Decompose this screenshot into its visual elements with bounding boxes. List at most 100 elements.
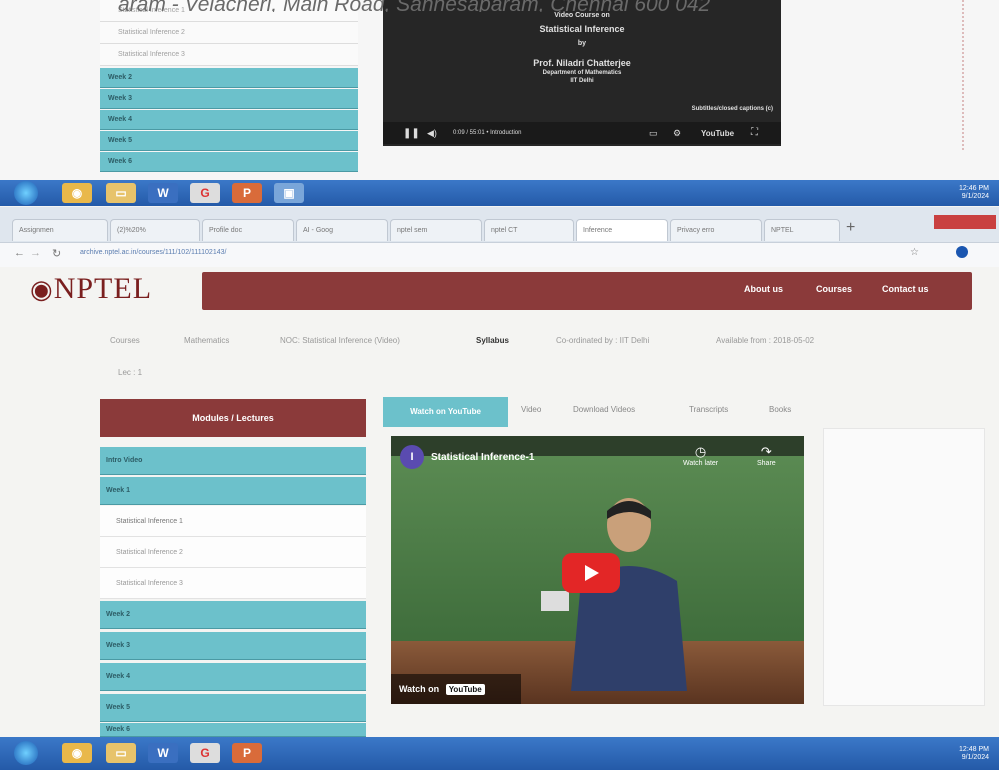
week-label: Week 6 — [108, 158, 132, 165]
word-icon[interactable]: W — [148, 183, 178, 203]
week-row[interactable]: Week 3 — [100, 89, 358, 109]
nav-about[interactable]: About us — [744, 284, 783, 294]
new-tab-button[interactable]: + — [846, 219, 855, 237]
watch-on-youtube-button[interactable]: Watch on YouTube — [391, 674, 521, 704]
intro-video-item[interactable]: Intro Video — [100, 447, 366, 475]
week-row[interactable]: Week 1 — [100, 477, 366, 505]
browser-tab[interactable]: Privacy erro — [670, 219, 762, 241]
list-item[interactable]: Statistical Inference 3 — [100, 44, 358, 66]
video-text: IIT Delhi — [570, 78, 594, 84]
app-icon[interactable]: ▣ — [274, 183, 304, 203]
star-icon[interactable]: ☆ — [910, 247, 919, 258]
start-button[interactable] — [14, 181, 38, 205]
lecture-item[interactable]: Statistical Inference 1 — [100, 506, 366, 537]
browser-tab[interactable]: Assignmen — [12, 219, 108, 241]
browser-tab[interactable]: nptel sem — [390, 219, 482, 241]
powerpoint-icon[interactable]: P — [232, 743, 262, 763]
reload-icon[interactable]: ↻ — [52, 247, 61, 260]
browser-tab[interactable]: Inference — [576, 219, 668, 241]
window-controls[interactable] — [934, 215, 996, 229]
taskbar: ◉ ▭ W G P ▣ 12:46 PM 9/1/2024 — [0, 180, 999, 206]
forward-icon[interactable]: → — [30, 247, 41, 259]
week-row[interactable]: Week 2 — [100, 601, 366, 629]
video-text: Subtitles/closed captions (c) — [691, 106, 773, 112]
crumb-syllabus[interactable]: Syllabus — [476, 336, 509, 345]
week-row[interactable]: Week 2 — [100, 68, 358, 88]
share-button[interactable]: ↷ Share — [757, 444, 776, 467]
pause-icon[interactable]: ❚❚ — [403, 128, 420, 139]
tab-transcripts[interactable]: Transcripts — [689, 405, 728, 414]
youtube-player[interactable]: I Statistical Inference-1 ◷ Watch later … — [391, 436, 804, 704]
start-button[interactable] — [14, 741, 38, 765]
settings-icon[interactable]: ⚙ — [673, 128, 681, 139]
week-row[interactable]: Week 6 — [100, 152, 358, 172]
week-row[interactable]: Week 6 — [100, 723, 366, 737]
tab-video[interactable]: Video — [521, 405, 541, 414]
clock-time: 12:46 PM — [959, 185, 989, 192]
profile-avatar[interactable] — [956, 246, 968, 258]
lecture-label: Statistical Inference 2 — [118, 29, 185, 36]
week-label: Week 1 — [106, 487, 130, 494]
video-text: by — [577, 40, 587, 47]
google-icon[interactable]: G — [190, 743, 220, 763]
clock[interactable]: 12:48 PM 9/1/2024 — [959, 746, 989, 762]
logo-text: NPTEL — [53, 272, 153, 305]
tab-watch-youtube[interactable]: Watch on YouTube — [383, 397, 508, 427]
nptel-logo[interactable]: ◉NPTEL — [30, 272, 152, 306]
side-panel — [823, 428, 985, 706]
clock-icon: ◷ — [694, 444, 707, 459]
tab-label: AI - Goog — [303, 227, 333, 234]
share-label: Share — [757, 460, 776, 467]
clock[interactable]: 12:46 PM 9/1/2024 — [959, 185, 989, 201]
browser-tab[interactable]: NPTEL — [764, 219, 840, 241]
lecture-label: Statistical Inference 3 — [118, 51, 185, 58]
lecture-number: Lec : 1 — [118, 368, 143, 377]
tab-label: (2)%20% — [117, 227, 146, 234]
chrome-icon[interactable]: ◉ — [62, 183, 92, 203]
captions-icon[interactable]: ▭ — [649, 128, 658, 139]
powerpoint-icon[interactable]: P — [232, 183, 262, 203]
folder-icon[interactable]: ▭ — [106, 743, 136, 763]
volume-icon[interactable]: ◀) — [427, 128, 437, 139]
chrome-icon[interactable]: ◉ — [62, 743, 92, 763]
fullscreen-icon[interactable]: ⛶ — [751, 127, 758, 138]
week-row[interactable]: Week 4 — [100, 663, 366, 691]
browser-tab[interactable]: nptel CT — [484, 219, 574, 241]
nav-contact[interactable]: Contact us — [882, 284, 929, 294]
nav-courses[interactable]: Courses — [816, 284, 852, 294]
browser-tab[interactable]: (2)%20% — [110, 219, 200, 241]
word-icon[interactable]: W — [148, 743, 178, 763]
folder-icon[interactable]: ▭ — [106, 183, 136, 203]
crumb-course[interactable]: NOC: Statistical Inference (Video) — [280, 336, 400, 345]
tab-strip: Assignmen (2)%20% Profile doc AI - Goog … — [0, 207, 999, 243]
clock-date: 9/1/2024 — [961, 193, 989, 200]
watch-later-button[interactable]: ◷ Watch later — [683, 444, 718, 467]
lecture-label: Statistical Inference 1 — [116, 518, 183, 525]
video-title[interactable]: Statistical Inference-1 — [431, 452, 534, 463]
lecture-label: Statistical Inference 3 — [116, 580, 183, 587]
crumb-subject[interactable]: Mathematics — [184, 336, 229, 345]
week-row[interactable]: Week 4 — [100, 110, 358, 130]
list-item[interactable]: Statistical Inference 2 — [100, 22, 358, 44]
back-icon[interactable]: ← — [14, 247, 25, 259]
youtube-logo: YouTube — [445, 684, 485, 695]
week-label: Week 4 — [106, 673, 130, 680]
tab-books[interactable]: Books — [769, 405, 791, 414]
available-from: Available from : 2018-05-02 — [716, 336, 815, 345]
browser-tab[interactable]: AI - Goog — [296, 219, 388, 241]
scrollbar[interactable] — [962, 0, 972, 150]
week-row[interactable]: Week 3 — [100, 632, 366, 660]
week-row[interactable]: Week 5 — [100, 131, 358, 151]
google-icon[interactable]: G — [190, 183, 220, 203]
url-field[interactable]: archive.nptel.ac.in/courses/111/102/1111… — [80, 249, 226, 256]
youtube-logo[interactable]: YouTube — [701, 129, 734, 138]
channel-avatar[interactable]: I — [400, 445, 424, 469]
browser-tab[interactable]: Profile doc — [202, 219, 294, 241]
lecture-item[interactable]: Statistical Inference 3 — [100, 568, 366, 599]
lecture-item[interactable]: Statistical Inference 2 — [100, 537, 366, 568]
tab-download-videos[interactable]: Download Videos — [573, 405, 635, 414]
week-label: Week 3 — [108, 95, 132, 102]
play-button[interactable] — [562, 553, 620, 593]
week-row[interactable]: Week 5 — [100, 694, 366, 722]
crumb-courses[interactable]: Courses — [110, 336, 140, 345]
